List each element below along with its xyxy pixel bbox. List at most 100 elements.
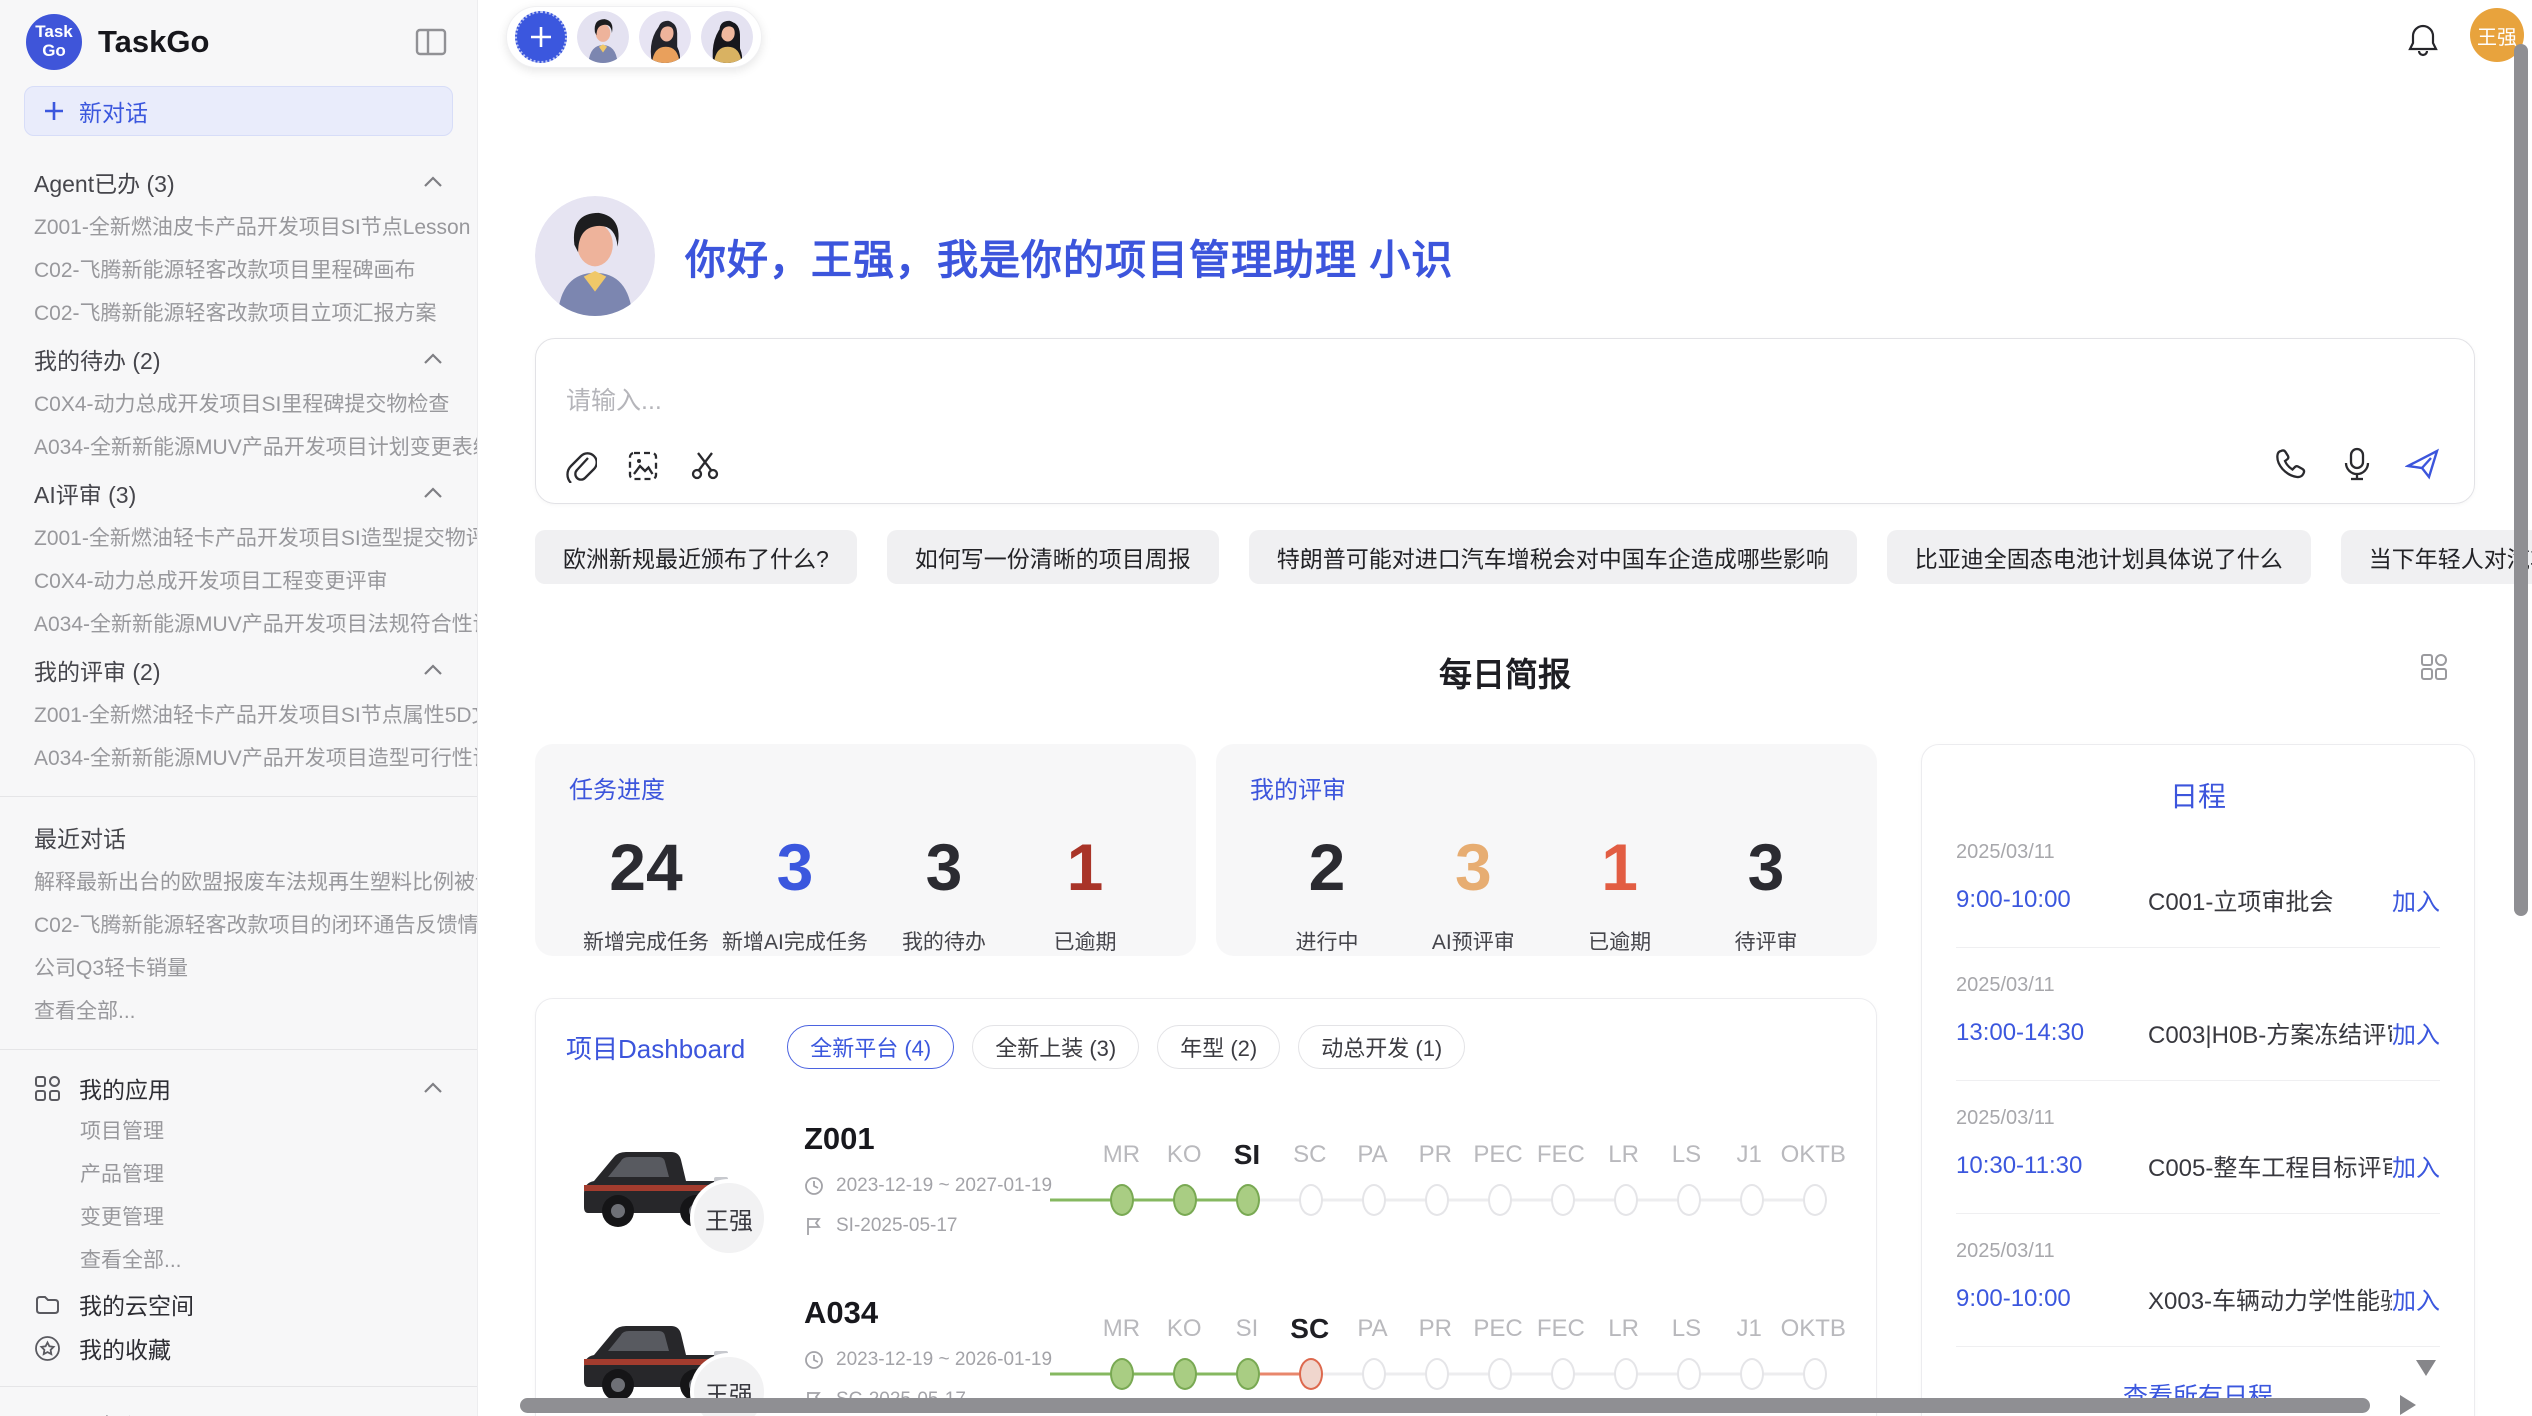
- app-item-product-management[interactable]: 产品管理: [0, 1153, 477, 1196]
- task-item[interactable]: C02-飞腾新能源轻客改款项目里程碑画布: [0, 249, 477, 292]
- assistant-illustration: [535, 196, 655, 316]
- milestone-label: J1: [1718, 1134, 1781, 1176]
- stat-value: 1: [1555, 833, 1685, 902]
- stat: 2 进行中: [1262, 833, 1392, 956]
- stats: 2 进行中 3 AI预评审 1 已逾期: [1250, 833, 1843, 956]
- join-meeting-link[interactable]: 加入: [2392, 882, 2440, 917]
- stat-value: 3: [1701, 833, 1831, 902]
- milestone-node: [1783, 1176, 1846, 1224]
- horizontal-scrollbar[interactable]: [520, 1398, 2370, 1413]
- divider: [0, 1386, 477, 1387]
- agent-avatar[interactable]: [577, 11, 629, 63]
- section-my-review[interactable]: 我的评审 (2): [0, 646, 477, 694]
- add-agent-button[interactable]: [515, 11, 567, 63]
- app-item-change-management[interactable]: 变更管理: [0, 1196, 477, 1239]
- project-info: A034 2023-12-19 ~ 2026-01-19 SC-2025-05-…: [804, 1295, 1052, 1411]
- sidebar-item-favorites[interactable]: 我的收藏: [0, 1326, 477, 1370]
- stat-value: 3: [879, 833, 1009, 902]
- filter-powertrain[interactable]: 动总开发 (1): [1298, 1025, 1465, 1069]
- milestone-label: J1: [1718, 1308, 1781, 1350]
- scroll-down-arrow[interactable]: [2416, 1360, 2436, 1376]
- left-column: 任务进度 24 新增完成任务 3 新增AI完成任务 3: [535, 744, 1877, 1416]
- voice-call-button[interactable]: [2272, 445, 2310, 483]
- schedule-date: 2025/03/11: [1956, 841, 2440, 864]
- star-circle-icon: [34, 1335, 61, 1362]
- filter-new-body[interactable]: 全新上装 (3): [972, 1025, 1139, 1069]
- dashboard-header: 项目Dashboard 全新平台 (4) 全新上装 (3) 年型 (2) 动总开…: [566, 1025, 1846, 1069]
- milestone-label: PEC: [1467, 1308, 1530, 1350]
- section-my-todo[interactable]: 我的待办 (2): [0, 335, 477, 383]
- task-item[interactable]: C02-飞腾新能源轻客改款项目立项汇报方案: [0, 292, 477, 335]
- task-item[interactable]: A034-全新新能源MUV产品开发项目计划变更表编写: [0, 426, 477, 469]
- sidebar-item-my-apps[interactable]: 我的应用: [0, 1066, 477, 1110]
- new-chat-button[interactable]: 新对话: [24, 86, 453, 136]
- date-range: 2023-12-19 ~ 2027-01-19: [836, 1175, 1052, 1197]
- attach-button[interactable]: [562, 447, 600, 485]
- stat-label: 新增AI完成任务: [722, 926, 868, 956]
- chevron-up-icon: [423, 664, 443, 676]
- milestone-label: LS: [1655, 1134, 1718, 1176]
- sidebar-item-ai-super-staff[interactable]: AI超级员工: [0, 1403, 477, 1416]
- task-item[interactable]: Z001-全新燃油轻卡产品开发项目SI造型提交物评审: [0, 517, 477, 560]
- suggestion-chip[interactable]: 特朗普可能对进口汽车增税会对中国车企造成哪些影响: [1249, 530, 1857, 584]
- panel-collapse-icon: [415, 28, 447, 56]
- suggestion-chip[interactable]: 如何写一份清晰的项目周报: [887, 530, 1219, 584]
- scroll-right-arrow[interactable]: [2400, 1395, 2416, 1415]
- project-dates: 2023-12-19 ~ 2027-01-19: [804, 1175, 1052, 1197]
- sidebar-collapse-button[interactable]: [413, 24, 449, 60]
- agent-avatar[interactable]: [639, 11, 691, 63]
- stat-value: 24: [581, 833, 711, 902]
- milestone-dots: [1090, 1350, 1846, 1398]
- view-all-apps-link[interactable]: 查看全部...: [0, 1239, 477, 1282]
- app-item-project-management[interactable]: 项目管理: [0, 1110, 477, 1153]
- milestone-label: SI: [1216, 1308, 1279, 1350]
- section-ai-review[interactable]: AI评审 (3): [0, 469, 477, 517]
- section-agent-done[interactable]: Agent已办 (3): [0, 158, 477, 206]
- filter-new-platform[interactable]: 全新平台 (4): [787, 1025, 954, 1069]
- recent-chat-item[interactable]: C02-飞腾新能源轻客改款项目的闭环通告反馈情况: [0, 904, 477, 947]
- task-item[interactable]: Z001-全新燃油轻卡产品开发项目SI节点属性5D文件评审: [0, 694, 477, 737]
- project-row[interactable]: 王强 A034 2023-12-19 ~ 2026-01-19 SC: [566, 1289, 1846, 1416]
- sidebar-item-cloud-space[interactable]: 我的云空间: [0, 1282, 477, 1326]
- sidebar-list: Agent已办 (3) Z001-全新燃油皮卡产品开发项目SI节点Lesson …: [0, 136, 477, 1416]
- agent-avatar[interactable]: [701, 11, 753, 63]
- screenshot-button[interactable]: [686, 447, 724, 485]
- task-item[interactable]: C0X4-动力总成开发项目SI里程碑提交物检查: [0, 383, 477, 426]
- recent-chat-item[interactable]: 解释最新出台的欧盟报废车法规再生塑料比例被调至15%...: [0, 861, 477, 904]
- layout-toggle-button[interactable]: [2419, 652, 2449, 682]
- assistant-avatar: [535, 196, 655, 316]
- task-item[interactable]: A034-全新新能源MUV产品开发项目造型可行性评审: [0, 737, 477, 780]
- task-item[interactable]: Z001-全新燃油皮卡产品开发项目SI节点Lesson Learn报告: [0, 206, 477, 249]
- microphone-button[interactable]: [2338, 445, 2376, 483]
- suggestion-chip[interactable]: 比亚迪全固态电池计划具体说了什么: [1887, 530, 2311, 584]
- message-composer[interactable]: 请输入...: [535, 338, 2475, 504]
- join-meeting-link[interactable]: 加入: [2392, 1015, 2440, 1050]
- filter-model-year[interactable]: 年型 (2): [1157, 1025, 1280, 1069]
- logo-line1: Task: [35, 23, 73, 42]
- card-title: 任务进度: [569, 770, 1162, 805]
- insert-image-button[interactable]: [624, 447, 662, 485]
- recent-chat-item[interactable]: 公司Q3轻卡销量: [0, 947, 477, 990]
- chevron-up-icon: [423, 487, 443, 499]
- project-info: Z001 2023-12-19 ~ 2027-01-19 SI-2025-05-…: [804, 1121, 1052, 1237]
- suggestion-chip[interactable]: 欧洲新规最近颁布了什么?: [535, 530, 857, 584]
- project-image: 王强: [566, 1289, 738, 1416]
- task-item[interactable]: C0X4-动力总成开发项目工程变更评审: [0, 560, 477, 603]
- stat: 1 已逾期: [1020, 833, 1150, 956]
- send-icon: [2405, 447, 2441, 481]
- stat-label: 新增完成任务: [581, 926, 711, 956]
- vertical-scrollbar[interactable]: [2514, 44, 2528, 916]
- stat: 1 已逾期: [1555, 833, 1685, 956]
- divider: [0, 1049, 477, 1050]
- schedule-name: X003-车辆动力学性能验...: [2134, 1281, 2392, 1316]
- flag-milestone: SI-2025-05-17: [836, 1215, 957, 1237]
- view-all-chats-link[interactable]: 查看全部...: [0, 990, 477, 1033]
- stats: 24 新增完成任务 3 新增AI完成任务 3 我的待办: [569, 833, 1162, 956]
- project-row[interactable]: 王强 Z001 2023-12-19 ~ 2027-01-19 SI: [566, 1115, 1846, 1243]
- suggestion-chips: 欧洲新规最近颁布了什么? 如何写一份清晰的项目周报 特朗普可能对进口汽车增税会对…: [535, 530, 2475, 584]
- send-button[interactable]: [2404, 445, 2442, 483]
- suggestion-chip[interactable]: 当下年轻人对汽车外观有怎样的喜好趋势: [2341, 530, 2532, 584]
- task-item[interactable]: A034-全新新能源MUV产品开发项目法规符合性评审: [0, 603, 477, 646]
- join-meeting-link[interactable]: 加入: [2392, 1281, 2440, 1316]
- join-meeting-link[interactable]: 加入: [2392, 1148, 2440, 1183]
